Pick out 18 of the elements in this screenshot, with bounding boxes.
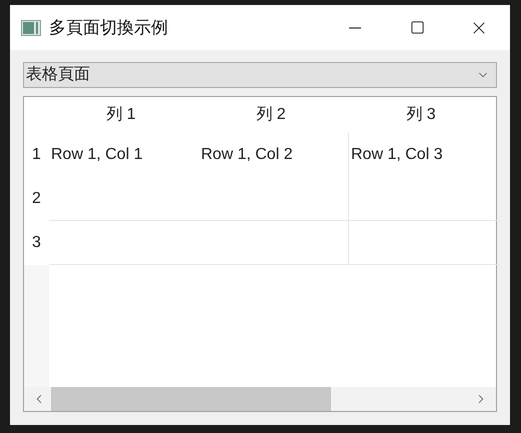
- table-cell[interactable]: Row 1, Col 1: [49, 133, 199, 177]
- column-header[interactable]: 列 1: [46, 97, 196, 133]
- page-selector-dropdown[interactable]: 表格頁面: [23, 62, 497, 88]
- horizontal-scrollbar[interactable]: [24, 387, 496, 411]
- table-cell[interactable]: Row 1, Col 3: [349, 133, 499, 177]
- minimize-icon: [349, 26, 361, 28]
- scrollbar-thumb[interactable]: [51, 387, 331, 411]
- row-header[interactable]: 2: [24, 177, 49, 221]
- row-header[interactable]: 3: [24, 221, 49, 265]
- maximize-icon: [410, 20, 424, 35]
- app-icon: [21, 20, 41, 36]
- table-cell[interactable]: [199, 177, 349, 221]
- window-title: 多頁面切換示例: [49, 16, 168, 39]
- column-header[interactable]: 列 2: [196, 97, 346, 133]
- table-cell[interactable]: Row 1, Col 2: [199, 133, 349, 177]
- column-header[interactable]: 列 3: [346, 97, 496, 133]
- table-cell[interactable]: [199, 221, 349, 265]
- row-header[interactable]: 1: [24, 133, 49, 177]
